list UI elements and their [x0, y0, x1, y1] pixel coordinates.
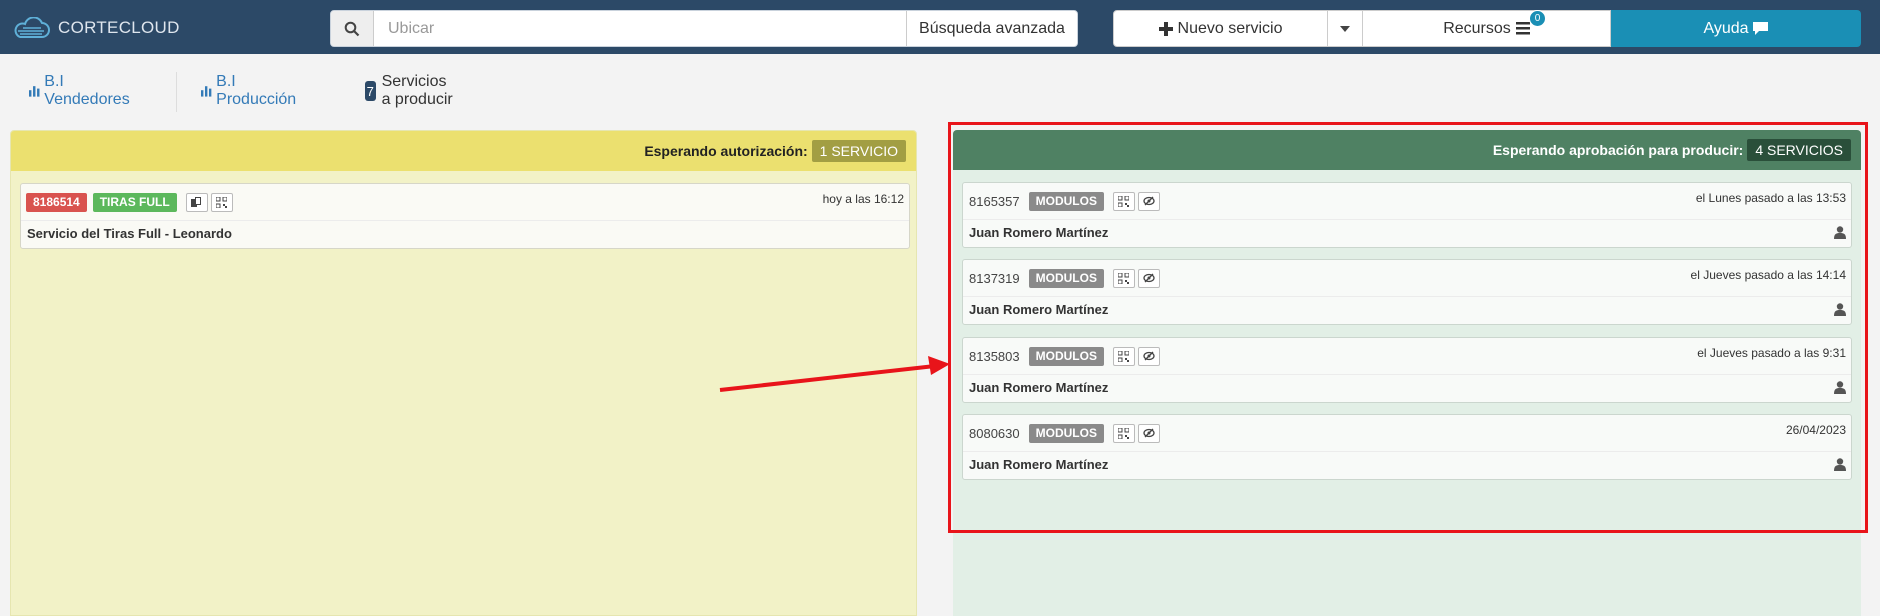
brand-logo[interactable]: CORTECLOUD	[12, 16, 180, 40]
card-title: Servicio del Tiras Full - Leonardo	[27, 226, 232, 241]
bar-chart-icon	[201, 86, 212, 97]
service-type-tag: MODULOS	[1028, 268, 1104, 288]
resources-label: Recursos	[1443, 19, 1511, 37]
service-type-tag: MODULOS	[1028, 346, 1104, 366]
card-time: el Lunes pasado a las 13:53	[1695, 191, 1846, 205]
qr-code-icon[interactable]	[1112, 346, 1135, 366]
card-header: 8165357 MODULOS el Lunes pasado a las 13…	[963, 183, 1851, 220]
bar-chart-icon	[29, 86, 40, 97]
new-service-label: Nuevo servicio	[1177, 19, 1283, 37]
column-header: Esperando autorización: 1 SERVICIO	[11, 131, 916, 171]
eye-slash-icon[interactable]	[1137, 346, 1160, 366]
column-title: Esperando aprobación para producir:	[1492, 142, 1744, 158]
comment-icon	[1752, 22, 1768, 35]
service-card[interactable]: 8186514 TIRAS FULL hoy a las 16:12 Servi…	[20, 183, 910, 249]
column-header: Esperando aprobación para producir: 4 SE…	[953, 130, 1861, 170]
eye-slash-icon[interactable]	[1137, 191, 1160, 211]
brand-name: CORTECLOUD	[58, 18, 180, 37]
qr-code-icon[interactable]	[210, 192, 233, 212]
action-button-group: Nuevo servicio Recursos 0	[1113, 10, 1611, 47]
advanced-search-button[interactable]: Búsqueda avanzada	[906, 11, 1077, 46]
cloud-logo-icon	[14, 17, 50, 38]
service-type-tag: TIRAS FULL	[92, 192, 177, 212]
service-id[interactable]: 8137319	[968, 271, 1020, 286]
card-time: hoy a las 16:12	[822, 192, 904, 206]
resources-button[interactable]: Recursos 0	[1363, 10, 1611, 47]
qr-code-icon[interactable]	[1112, 191, 1135, 211]
resources-count-badge: 0	[1529, 10, 1546, 27]
help-label: Ayuda	[1703, 19, 1749, 37]
column-awaiting-authorization: Esperando autorización: 1 SERVICIO 81865…	[10, 130, 917, 616]
card-time: el Jueves pasado a las 9:31	[1697, 346, 1846, 360]
tab-bi-sellers-label: B.I Vendedores	[44, 73, 130, 108]
column-awaiting-approval: Esperando aprobación para producir: 4 SE…	[953, 130, 1861, 616]
qr-code-icon[interactable]	[1112, 268, 1135, 288]
top-navbar: CORTECLOUD Búsqueda avanzada Nuevo servi…	[0, 0, 1880, 54]
column-title: Esperando autorización:	[644, 143, 808, 159]
tab-bi-sellers[interactable]: B.I Vendedores	[29, 68, 132, 114]
service-id[interactable]: 8135803	[968, 349, 1020, 364]
tab-services-label: Servicios a producir	[381, 73, 453, 108]
card-title: Juan Romero Martínez	[969, 302, 1109, 317]
caret-down-icon	[1340, 25, 1350, 32]
card-title: Juan Romero Martínez	[969, 380, 1109, 395]
column-count-badge: 4 SERVICIOS	[1747, 139, 1851, 161]
tab-bi-production-label: B.I Producción	[216, 73, 297, 108]
search-icon[interactable]	[331, 11, 374, 46]
services-count-badge: 7	[365, 81, 376, 101]
search-input[interactable]	[374, 11, 906, 46]
new-service-dropdown-toggle[interactable]	[1328, 10, 1363, 47]
user-icon	[1834, 303, 1846, 321]
card-header: 8135803 MODULOS el Jueves pasado a las 9…	[963, 338, 1851, 375]
tab-bi-production[interactable]: B.I Producción	[201, 68, 299, 114]
service-id[interactable]: 8165357	[968, 194, 1020, 209]
service-id-tag[interactable]: 8186514	[26, 192, 87, 212]
plus-icon	[1158, 21, 1173, 36]
service-id[interactable]: 8080630	[968, 426, 1020, 441]
tab-services-to-produce[interactable]: 7 Servicios a producir	[365, 68, 456, 114]
user-icon	[1834, 381, 1846, 399]
list-icon	[1515, 22, 1530, 35]
service-card[interactable]: 8080630 MODULOS 26/04/2023 Juan Romero M…	[962, 414, 1852, 480]
copy-icon[interactable]	[185, 192, 208, 212]
new-service-button[interactable]: Nuevo servicio	[1113, 10, 1328, 47]
column-count-badge: 1 SERVICIO	[811, 140, 906, 162]
card-header: 8137319 MODULOS el Jueves pasado a las 1…	[963, 260, 1851, 297]
help-button[interactable]: Ayuda	[1611, 10, 1861, 47]
user-icon	[1834, 226, 1846, 244]
eye-slash-icon[interactable]	[1137, 268, 1160, 288]
service-type-tag: MODULOS	[1028, 423, 1104, 443]
qr-code-icon[interactable]	[1112, 423, 1135, 443]
service-type-tag: MODULOS	[1028, 191, 1104, 211]
card-title: Juan Romero Martínez	[969, 457, 1109, 472]
service-card[interactable]: 8165357 MODULOS el Lunes pasado a las 13…	[962, 182, 1852, 248]
subnav-divider	[176, 72, 177, 112]
card-header: 8080630 MODULOS 26/04/2023	[963, 415, 1851, 452]
user-icon	[1834, 458, 1846, 476]
card-time: el Jueves pasado a las 14:14	[1690, 268, 1846, 282]
search-bar: Búsqueda avanzada	[330, 10, 1078, 47]
service-card[interactable]: 8135803 MODULOS el Jueves pasado a las 9…	[962, 337, 1852, 403]
service-card[interactable]: 8137319 MODULOS el Jueves pasado a las 1…	[962, 259, 1852, 325]
card-time: 26/04/2023	[1785, 423, 1846, 437]
eye-slash-icon[interactable]	[1137, 423, 1160, 443]
card-title: Juan Romero Martínez	[969, 225, 1109, 240]
card-header: 8186514 TIRAS FULL hoy a las 16:12	[21, 184, 909, 221]
